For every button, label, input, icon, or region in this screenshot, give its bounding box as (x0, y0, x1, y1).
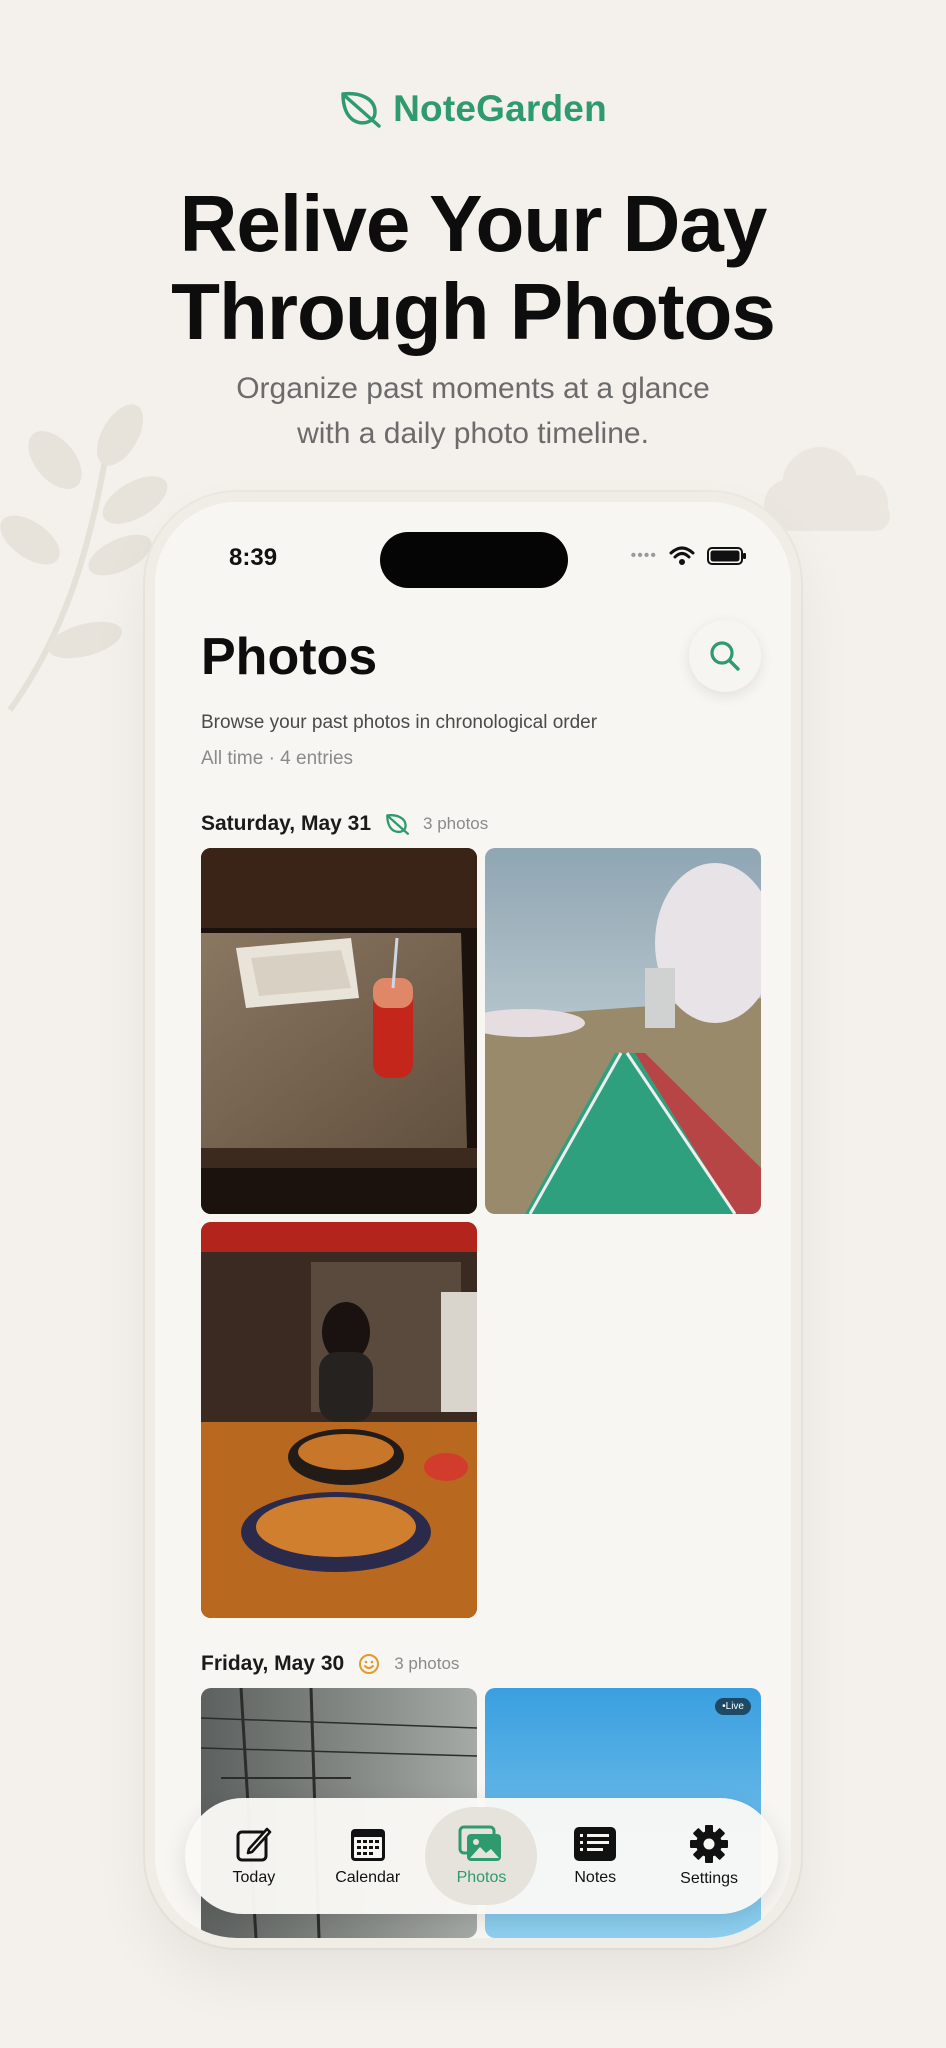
marketing-subheadline: Organize past moments at a glance with a… (173, 366, 773, 456)
notes-icon (574, 1827, 617, 1861)
tab-today[interactable]: Today (198, 1807, 310, 1905)
status-time: 8:39 (229, 544, 278, 571)
photo-image (201, 848, 477, 1214)
photo-thumbnail[interactable] (201, 1222, 477, 1618)
photo-image (485, 848, 761, 1214)
section-photo-count: 3 photos (423, 814, 489, 833)
search-icon (710, 641, 740, 671)
tab-settings[interactable]: Settings (653, 1807, 765, 1905)
tab-label: Notes (574, 1869, 617, 1886)
dynamic-island (380, 532, 568, 588)
calendar-icon (350, 1829, 385, 1861)
subhead-line-2: with a daily photo timeline. (297, 417, 649, 450)
wifi-icon (669, 546, 695, 565)
section-header-may-31: Saturday, May 31 3 photos (201, 812, 488, 836)
tab-calendar[interactable]: Calendar (312, 1807, 424, 1905)
photos-icon (458, 1825, 502, 1861)
photos-screen: 8:39 •••• Photos Browse your past photos… (155, 502, 791, 1938)
leaf-icon (386, 814, 410, 835)
page-title: Photos (201, 628, 378, 686)
section-date: Saturday, May 31 (201, 812, 372, 835)
search-button[interactable] (689, 620, 761, 692)
page-description: Browse your past photos in chronological… (201, 712, 598, 733)
brand-header: NoteGarden (0, 88, 946, 130)
section-header-may-30: Friday, May 30 3 photos (201, 1652, 459, 1676)
tab-label: Today (232, 1869, 276, 1886)
bottom-tab-bar: Today Calendar Photos Notes Settings (185, 1798, 778, 1914)
battery-icon (707, 547, 746, 565)
entries-meta: All time · 4 entries (201, 748, 354, 769)
headline-line-1: Relive Your Day (179, 179, 768, 268)
photo-image (201, 1222, 477, 1618)
marketing-headline: Relive Your Day Through Photos (0, 180, 946, 356)
live-badge: •Live (715, 1698, 751, 1715)
compose-icon (236, 1827, 272, 1862)
section-date: Friday, May 30 (201, 1652, 345, 1675)
phone-mockup: 8:39 •••• Photos Browse your past photos… (145, 492, 801, 1948)
brand-name: NoteGarden (393, 88, 607, 129)
gear-icon (690, 1825, 729, 1863)
signal-dots-icon: •••• (630, 547, 657, 564)
smiley-icon (359, 1654, 380, 1674)
subhead-line-1: Organize past moments at a glance (236, 372, 710, 405)
leaf-logo-icon (341, 91, 381, 128)
photo-thumbnail[interactable] (485, 848, 761, 1214)
status-icons: •••• (631, 546, 747, 566)
tab-notes[interactable]: Notes (539, 1807, 651, 1905)
tab-photos[interactable]: Photos (425, 1807, 538, 1905)
tab-label: Calendar (335, 1869, 401, 1886)
headline-line-2: Through Photos (171, 267, 776, 356)
section-photo-count: 3 photos (394, 1654, 460, 1673)
tab-label: Settings (680, 1870, 738, 1887)
photo-thumbnail[interactable] (201, 848, 477, 1214)
tab-label: Photos (456, 1869, 507, 1886)
